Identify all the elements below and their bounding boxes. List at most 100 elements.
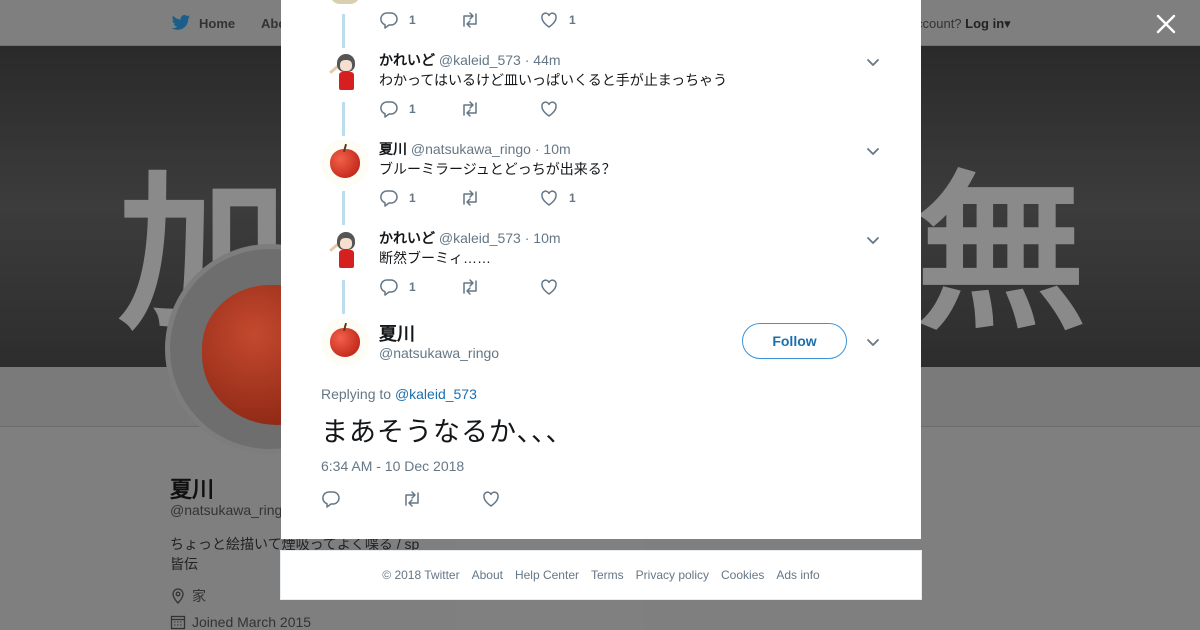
calendar-icon <box>170 615 186 630</box>
nav-home-label: Home <box>199 15 236 31</box>
main-tweet-actions <box>321 489 621 509</box>
nav-home-link[interactable]: Home <box>171 14 235 32</box>
retweet-icon <box>405 491 419 507</box>
girl-avatar[interactable] <box>321 228 369 276</box>
close-icon <box>1156 14 1176 34</box>
reply-icon <box>380 279 398 296</box>
retweet-action[interactable] <box>459 10 481 30</box>
login-link[interactable]: Log in▾ <box>965 16 1011 31</box>
reply-icon <box>380 101 398 118</box>
footer-terms-link[interactable]: Terms <box>591 568 624 582</box>
thread-connector <box>342 14 345 48</box>
profile-location: 家 <box>170 586 206 606</box>
caret-down-icon: ▾ <box>1004 16 1011 31</box>
tweet-actions: 1 1 <box>379 188 679 208</box>
heart-icon <box>541 190 557 206</box>
retweet-icon <box>463 101 477 117</box>
reply-action[interactable]: 1 <box>379 277 416 297</box>
thread-connector <box>342 280 345 314</box>
reply-count: 1 <box>409 102 416 116</box>
tweet-header: かれいど @kaleid_573 · 10m <box>379 228 561 248</box>
footer-copyright: © 2018 Twitter <box>382 568 460 582</box>
reply-action[interactable]: 1 <box>379 99 416 119</box>
tweet-author-name[interactable]: かれいど <box>379 52 435 68</box>
profile-joined-text: Joined March 2015 <box>192 614 312 630</box>
modal-footer: © 2018 Twitter About Help Center Terms P… <box>280 550 922 600</box>
twitter-bird-icon <box>171 15 191 30</box>
heart-icon <box>541 101 557 117</box>
footer-cookies-link[interactable]: Cookies <box>721 568 764 582</box>
heart-icon <box>541 12 557 28</box>
tweet-actions: 1 <box>379 99 679 119</box>
replying-prefix: Replying to <box>321 386 392 402</box>
chevron-down-icon[interactable] <box>865 54 881 70</box>
main-tweet-author-name[interactable]: 夏川 <box>379 320 415 346</box>
like-action[interactable] <box>539 277 559 297</box>
main-tweet-text: まあそうなるか、、、 <box>321 417 574 448</box>
tweet-author-handle[interactable]: @kaleid_573 <box>439 230 521 246</box>
apple-avatar[interactable] <box>321 139 369 187</box>
footer-about-link[interactable]: About <box>472 568 503 582</box>
tweet-header: 夏川 @natsukawa_ringo · 10m <box>379 139 571 159</box>
retweet-action[interactable] <box>401 489 423 509</box>
footer-privacy-link[interactable]: Privacy policy <box>636 568 709 582</box>
main-tweet-timestamp[interactable]: 6:34 AM - 10 Dec 2018 <box>321 458 464 474</box>
profile-joined: Joined March 2015 <box>170 614 311 630</box>
reply-action[interactable]: 1 <box>379 188 416 208</box>
tweet-permalink-modal: 1 1 かれいど @kaleid_573 · 44m わかってはいるけど皿いっぱ… <box>281 0 921 539</box>
tweet-time[interactable]: 10m <box>533 230 560 246</box>
like-action[interactable]: 1 <box>539 10 576 30</box>
reply-icon <box>322 491 340 508</box>
heart-icon <box>483 491 499 507</box>
reply-count: 1 <box>409 280 416 294</box>
girl-avatar[interactable] <box>321 50 369 98</box>
reply-icon <box>380 190 398 207</box>
apple-avatar[interactable] <box>321 318 369 366</box>
like-count: 1 <box>569 191 576 205</box>
reply-count: 1 <box>409 13 416 27</box>
tweet-time[interactable]: 10m <box>543 141 570 157</box>
footer-links: © 2018 Twitter About Help Center Terms P… <box>281 568 921 582</box>
chevron-down-icon[interactable] <box>865 232 881 248</box>
retweet-icon <box>463 190 477 206</box>
reply-action[interactable] <box>321 489 341 509</box>
tweet-header: かれいど @kaleid_573 · 44m <box>379 50 561 70</box>
reply-icon <box>380 12 398 29</box>
separator-dot: · <box>524 230 530 246</box>
tweet-author-handle[interactable]: @natsukawa_ringo <box>411 141 531 157</box>
login-label: Log in <box>965 16 1005 31</box>
tweet-text: わかってはいるけど皿いっぱいくると手が止まっちゃう <box>379 72 728 88</box>
separator-dot: · <box>534 141 540 157</box>
reply-action[interactable]: 1 <box>379 10 416 30</box>
footer-ads-info-link[interactable]: Ads info <box>776 568 819 582</box>
replying-to: Replying to @kaleid_573 <box>321 386 477 402</box>
tweet-author-name[interactable]: 夏川 <box>379 141 407 157</box>
like-action[interactable] <box>481 489 501 509</box>
footer-help-center-link[interactable]: Help Center <box>515 568 579 582</box>
tweet-actions: 1 1 <box>379 10 679 30</box>
retweet-action[interactable] <box>459 188 481 208</box>
thread-connector <box>342 191 345 225</box>
profile-handle: @natsukawa_ringo <box>170 502 291 518</box>
tweet-author-name[interactable]: かれいど <box>379 230 435 246</box>
retweet-action[interactable] <box>459 99 481 119</box>
tweet-author-handle[interactable]: @kaleid_573 <box>439 52 521 68</box>
retweet-icon <box>463 279 477 295</box>
tweet-time[interactable]: 44m <box>533 52 560 68</box>
nav-account: ccount? Log in▾ <box>916 16 1011 32</box>
tweet-text: 断然ブーミィ…… <box>379 250 491 266</box>
profile-name: 夏川 <box>170 477 215 502</box>
chevron-down-icon[interactable] <box>865 334 881 350</box>
like-action[interactable] <box>539 99 559 119</box>
chevron-down-icon[interactable] <box>865 143 881 159</box>
main-tweet-author-handle[interactable]: @natsukawa_ringo <box>379 345 499 361</box>
separator-dot: · <box>524 52 530 68</box>
replying-to-link[interactable]: @kaleid_573 <box>395 386 477 402</box>
tweet-text: ブルーミラージュとどっちが出来る？ <box>379 161 616 177</box>
close-modal-button[interactable] <box>1154 12 1178 36</box>
location-pin-icon <box>172 588 184 604</box>
retweet-action[interactable] <box>459 277 481 297</box>
heart-icon <box>541 279 557 295</box>
like-action[interactable]: 1 <box>539 188 576 208</box>
follow-button[interactable]: Follow <box>742 323 847 359</box>
